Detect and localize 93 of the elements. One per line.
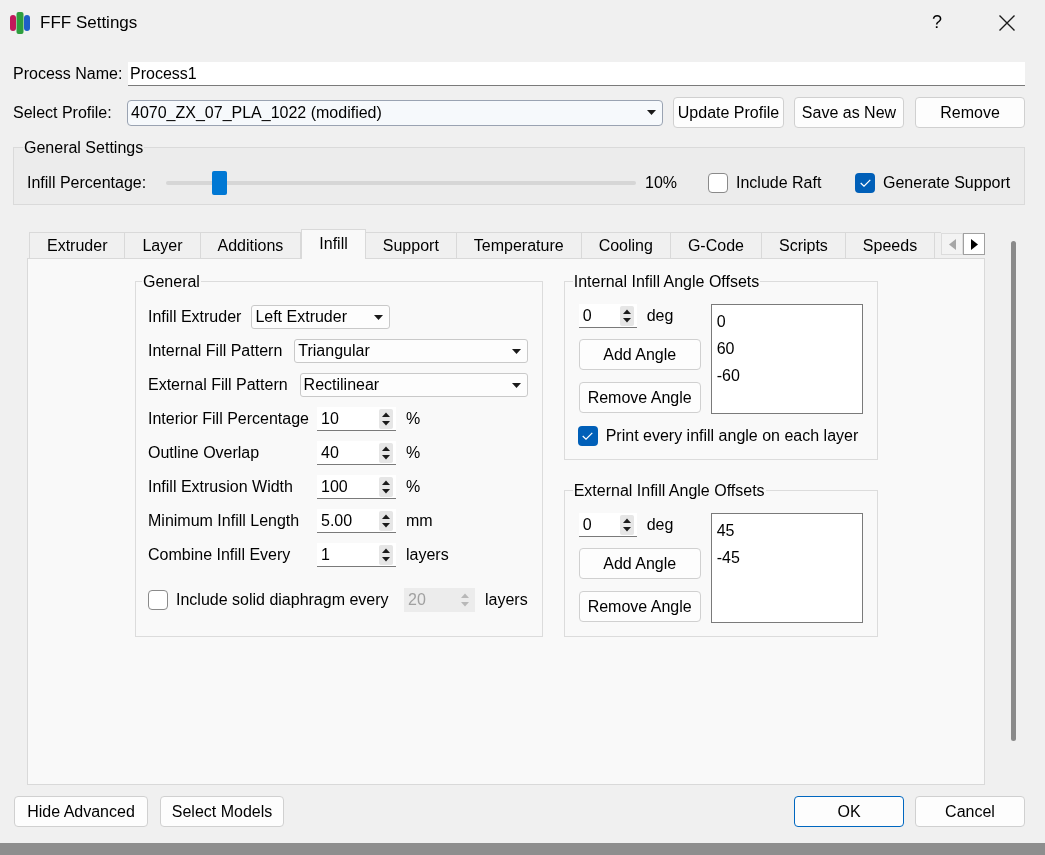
checkbox[interactable]: [708, 173, 728, 193]
field-label: Combine Infill Every: [148, 545, 292, 565]
field-label: Outline Overlap: [148, 443, 261, 463]
left-triangle-icon: [948, 238, 956, 250]
tab[interactable]: Infill: [301, 229, 366, 259]
spin-box[interactable]: 1: [317, 543, 396, 567]
tab[interactable]: G-Code: [670, 232, 762, 258]
tab[interactable]: Speeds: [845, 232, 936, 258]
caret-icon: [511, 348, 521, 354]
group-title: General Settings: [23, 138, 145, 157]
spin-arrows-icon[interactable]: [619, 514, 634, 535]
checkbox[interactable]: [577, 426, 598, 446]
caret-icon: [647, 110, 656, 115]
checkmark-icon: [582, 432, 594, 440]
right-triangle-icon: [970, 238, 978, 250]
button[interactable]: OK: [794, 796, 904, 827]
list-item[interactable]: 60: [716, 335, 735, 362]
spin-box[interactable]: 40: [317, 441, 396, 465]
unit-label: mm: [406, 511, 433, 531]
spin-arrows-icon[interactable]: [379, 544, 393, 565]
dropdown[interactable]: Rectilinear: [299, 373, 528, 397]
tab[interactable]: Support: [365, 232, 457, 258]
scrollbar-thumb[interactable]: [1011, 241, 1016, 741]
field-label: Interior Fill Percentage: [148, 409, 310, 429]
unit-label: %: [406, 409, 421, 429]
dropdown[interactable]: 4070_ZX_07_PLA_1022 (modified): [127, 99, 663, 126]
close-icon: [999, 14, 1015, 31]
list-item[interactable]: -45: [716, 544, 740, 571]
button[interactable]: Remove Angle: [578, 382, 701, 413]
button[interactable]: Update Profile: [673, 97, 784, 128]
unit-label: layers: [406, 545, 449, 565]
spin-arrows-icon[interactable]: [379, 476, 393, 497]
tab[interactable]: Additions: [200, 232, 302, 258]
list-item[interactable]: -60: [716, 362, 740, 389]
spin-arrows-icon[interactable]: [379, 408, 393, 429]
slider-thumb[interactable]: [211, 171, 227, 195]
unit-label: deg: [646, 306, 674, 326]
field-label: Process Name:: [13, 64, 124, 84]
unit-label: %: [406, 443, 421, 463]
slider-value: 10%: [645, 173, 679, 193]
list-item[interactable]: 0: [716, 308, 726, 335]
slider-track[interactable]: [166, 171, 636, 195]
button[interactable]: Cancel: [915, 796, 1025, 827]
button[interactable]: Add Angle: [578, 548, 701, 579]
group-title: External Infill Angle Offsets: [572, 481, 766, 500]
tab[interactable]: Cooling: [581, 232, 671, 258]
field-label: Minimum Infill Length: [148, 511, 301, 531]
angle-list[interactable]: 45 -45: [710, 513, 863, 623]
tab-scroll-right-button[interactable]: [963, 233, 985, 255]
checkbox-label[interactable]: Include Raft: [736, 171, 822, 195]
spin-arrows-icon[interactable]: [379, 442, 393, 463]
spin-box[interactable]: 10: [317, 407, 396, 431]
unit-label: deg: [646, 515, 674, 535]
tab[interactable]: Extruder: [29, 232, 126, 258]
group-title: General: [142, 272, 201, 291]
spin-box[interactable]: 0: [578, 304, 637, 328]
caret-icon: [511, 382, 521, 388]
checkmark-icon: [859, 179, 871, 187]
checkbox-label[interactable]: Print every infill angle on each layer: [605, 424, 859, 448]
button[interactable]: Remove Angle: [578, 591, 701, 622]
dropdown[interactable]: Triangular: [294, 339, 528, 363]
help-button[interactable]: ?: [917, 7, 957, 38]
field-label: Infill Extrusion Width: [148, 477, 294, 497]
checkbox[interactable]: [855, 173, 875, 193]
tab[interactable]: Layer: [125, 232, 201, 258]
unit-label: layers: [485, 590, 528, 610]
spin-box[interactable]: 100: [317, 475, 396, 499]
caret-icon: [374, 314, 384, 320]
field-label: Infill Extruder: [148, 307, 242, 327]
dropdown[interactable]: Left Extruder: [251, 305, 391, 329]
window-title: FFF Settings: [40, 11, 138, 34]
button[interactable]: Hide Advanced: [14, 796, 148, 827]
tab[interactable]: Temperature: [456, 232, 582, 258]
button[interactable]: Add Angle: [578, 339, 701, 370]
spin-box[interactable]: 5.00: [317, 509, 396, 533]
group-title: Internal Infill Angle Offsets: [572, 272, 761, 291]
spin-arrows-icon[interactable]: [619, 305, 634, 326]
field-label: External Fill Pattern: [148, 375, 288, 395]
spin-arrows-icon[interactable]: [379, 510, 393, 531]
unit-label: %: [406, 477, 421, 497]
checkbox-label[interactable]: Generate Support: [883, 171, 1011, 195]
text-field[interactable]: Process1: [128, 62, 1025, 86]
slider-label: Infill Percentage:: [27, 173, 148, 193]
button[interactable]: Select Models: [160, 796, 284, 827]
tab[interactable]: Scripts: [761, 232, 846, 258]
field-label: Internal Fill Pattern: [148, 341, 283, 361]
list-item[interactable]: 45: [716, 517, 735, 544]
spin-box[interactable]: 0: [578, 513, 637, 537]
button[interactable]: Save as New: [794, 97, 904, 128]
app-logo-icon: [10, 11, 30, 34]
angle-list[interactable]: 0 60 -60: [710, 304, 863, 414]
button[interactable]: Remove: [915, 97, 1025, 128]
field-label: Select Profile:: [13, 102, 113, 123]
